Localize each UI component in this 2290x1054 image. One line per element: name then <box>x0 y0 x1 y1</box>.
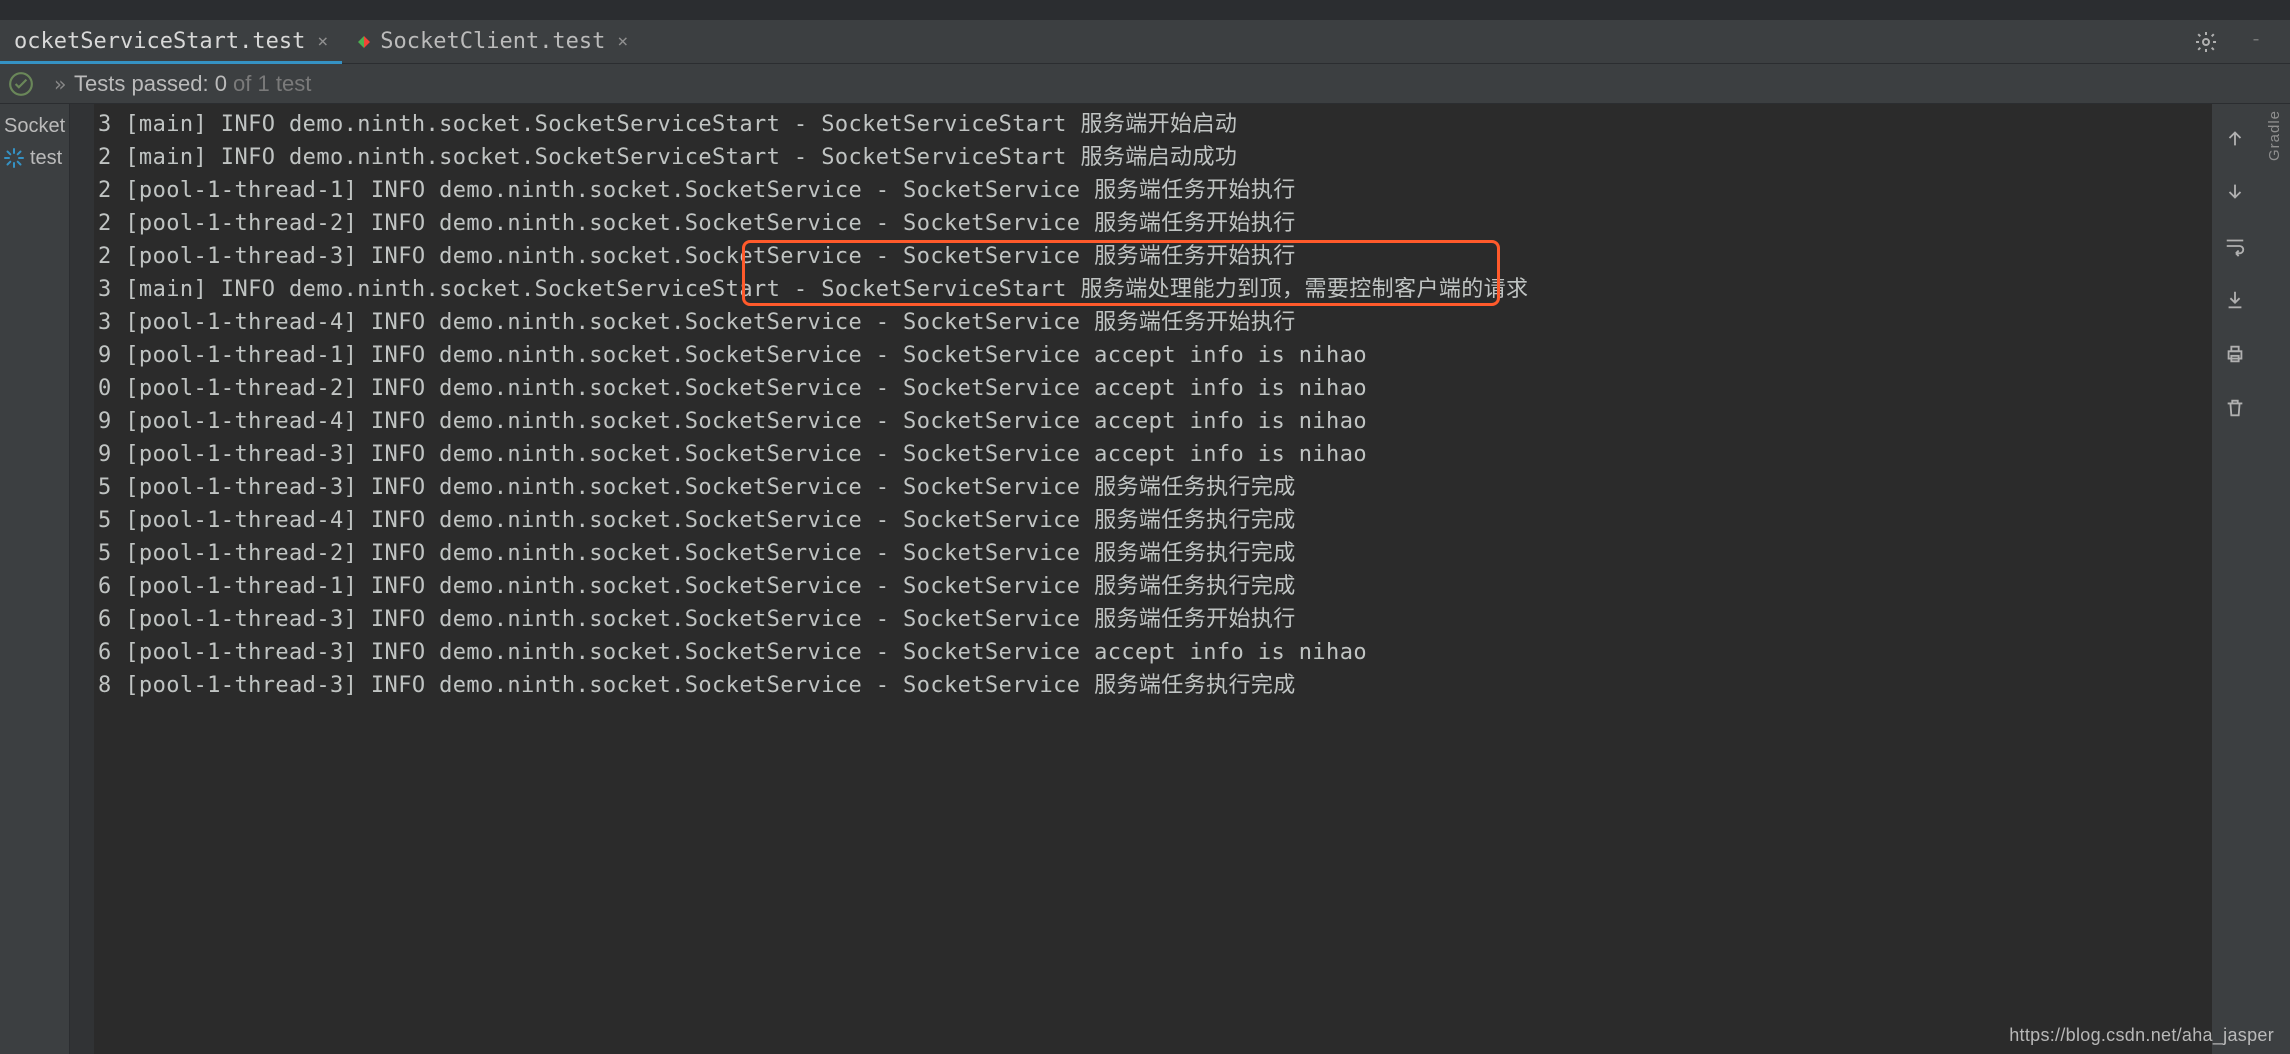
console-text: 3 [main] INFO demo.ninth.socket.SocketSe… <box>94 104 2212 706</box>
tests-count: 0 <box>215 71 227 96</box>
test-tree: Socket <box>0 104 70 1054</box>
tree-node-root[interactable]: Socket <box>0 110 69 142</box>
console-line: 3 [pool-1-thread-4] INFO demo.ninth.sock… <box>98 306 2212 339</box>
console-line: 2 [pool-1-thread-2] INFO demo.ninth.sock… <box>98 207 2212 240</box>
clear-all-icon[interactable] <box>2221 394 2249 422</box>
console-gutter <box>70 104 94 1054</box>
scroll-to-end-icon[interactable] <box>2221 286 2249 314</box>
tree-node-test[interactable]: test <box>0 142 69 174</box>
console-line: 6 [pool-1-thread-3] INFO demo.ninth.sock… <box>98 603 2212 636</box>
console-line: 2 [pool-1-thread-1] INFO demo.ninth.sock… <box>98 174 2212 207</box>
console-line: 5 [pool-1-thread-4] INFO demo.ninth.sock… <box>98 504 2212 537</box>
console-line: 2 [main] INFO demo.ninth.socket.SocketSe… <box>98 141 2212 174</box>
console-line: 2 [pool-1-thread-3] INFO demo.ninth.sock… <box>98 240 2212 273</box>
scroll-up-icon[interactable] <box>2221 124 2249 152</box>
close-icon[interactable]: × <box>313 31 328 52</box>
console-toolbar <box>2212 104 2258 1054</box>
test-status-bar: » Tests passed: 0 of 1 test <box>0 64 2290 104</box>
tree-node-label: Socket <box>4 115 65 138</box>
tests-passed-text: Tests passed: 0 of 1 test <box>74 71 311 97</box>
top-divider <box>0 0 2290 20</box>
console-line: 6 [pool-1-thread-1] INFO demo.ninth.sock… <box>98 570 2212 603</box>
running-spinner-icon <box>4 148 24 168</box>
soft-wrap-icon[interactable] <box>2221 232 2249 260</box>
settings-icon[interactable] <box>2192 28 2220 56</box>
run-config-icon <box>356 34 372 50</box>
tab-actions <box>2192 28 2290 56</box>
run-config-tabs: ocketServiceStart.test × SocketClient.te… <box>0 20 2290 64</box>
close-icon[interactable]: × <box>613 31 628 52</box>
body: Socket <box>0 104 2290 1054</box>
tab-label: ocketServiceStart.test <box>14 29 305 54</box>
minimize-icon[interactable] <box>2242 28 2270 56</box>
ide-test-runner: ocketServiceStart.test × SocketClient.te… <box>0 0 2290 1054</box>
scroll-down-icon[interactable] <box>2221 178 2249 206</box>
expand-status-icon[interactable]: » <box>42 72 62 96</box>
run-tab-1[interactable]: SocketClient.test × <box>342 20 642 63</box>
console-line: 9 [pool-1-thread-3] INFO demo.ninth.sock… <box>98 438 2212 471</box>
tests-suffix: of 1 test <box>227 71 311 96</box>
run-tab-0[interactable]: ocketServiceStart.test × <box>0 20 342 63</box>
console-line: 0 [pool-1-thread-2] INFO demo.ninth.sock… <box>98 372 2212 405</box>
console-line: 8 [pool-1-thread-3] INFO demo.ninth.sock… <box>98 669 2212 702</box>
tab-label: SocketClient.test <box>380 29 605 54</box>
watermark: https://blog.csdn.net/aha_jasper <box>2009 1025 2274 1046</box>
console-line: 5 [pool-1-thread-2] INFO demo.ninth.sock… <box>98 537 2212 570</box>
console-line: 9 [pool-1-thread-1] INFO demo.ninth.sock… <box>98 339 2212 372</box>
status-ok-icon <box>8 71 34 97</box>
tree-node-label: test <box>30 147 62 170</box>
console-line: 6 [pool-1-thread-3] INFO demo.ninth.sock… <box>98 636 2212 669</box>
side-label-text: Gradle <box>2266 110 2283 161</box>
console-line: 3 [main] INFO demo.ninth.socket.SocketSe… <box>98 108 2212 141</box>
console-line: 5 [pool-1-thread-3] INFO demo.ninth.sock… <box>98 471 2212 504</box>
console-line: 3 [main] INFO demo.ninth.socket.SocketSe… <box>98 273 2212 306</box>
console-output[interactable]: 3 [main] INFO demo.ninth.socket.SocketSe… <box>94 104 2212 1054</box>
print-icon[interactable] <box>2221 340 2249 368</box>
side-toolwindow-label[interactable]: Gradle <box>2258 104 2290 1054</box>
tests-prefix: Tests passed: <box>74 71 215 96</box>
console-line: 9 [pool-1-thread-4] INFO demo.ninth.sock… <box>98 405 2212 438</box>
